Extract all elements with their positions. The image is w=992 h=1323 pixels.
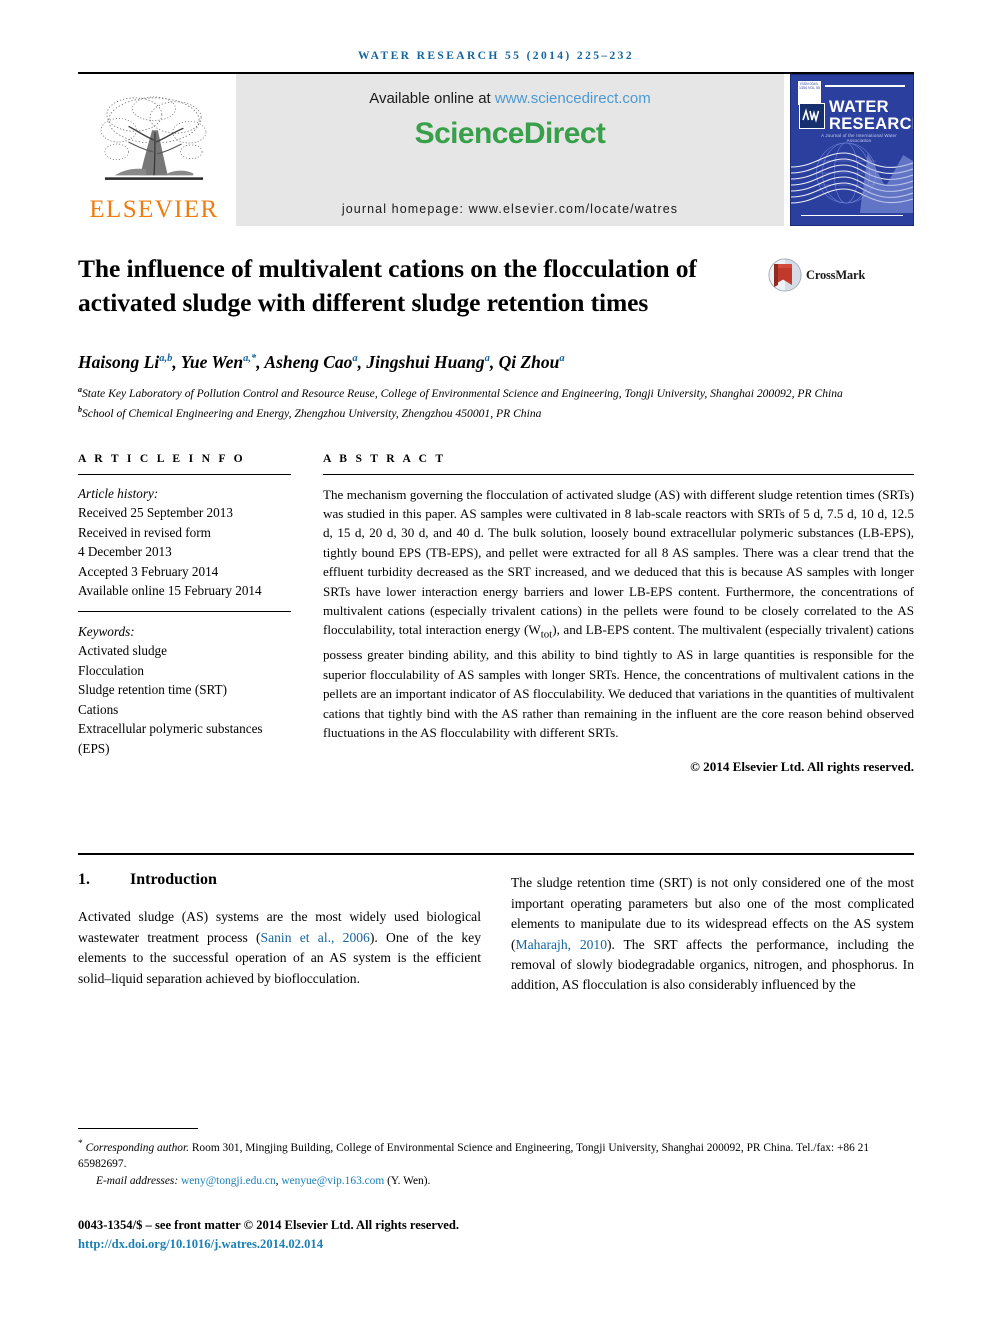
abstract-copyright: © 2014 Elsevier Ltd. All rights reserved…	[690, 759, 914, 775]
sciencedirect-banner: Available online at www.sciencedirect.co…	[236, 74, 784, 226]
corresponding-author-label: Corresponding author.	[85, 1141, 189, 1154]
available-online-line: Available online at www.sciencedirect.co…	[369, 90, 651, 107]
keyword-item: Extracellular polymeric substances (EPS)	[78, 721, 263, 756]
section-number: 1.	[78, 871, 90, 889]
author-name: Jingshui Huang	[366, 351, 485, 372]
keywords-label: Keywords:	[78, 623, 135, 639]
journal-cover-thumbnail: ISSN 0043-1354 VOL 55 WATER RESEARCH A J…	[790, 74, 914, 226]
section-heading-introduction: 1. Introduction	[78, 855, 481, 889]
author-affil-marker: a,b	[159, 353, 173, 364]
info-abstract-section: A R T I C L E I N F O Article history: R…	[78, 452, 914, 776]
keyword-item: Flocculation	[78, 662, 144, 678]
sciencedirect-logo[interactable]: ScienceDirect	[415, 117, 606, 151]
journal-article-page: WATER RESEARCH 55 (2014) 225–232 ELSEVIE…	[0, 0, 992, 1323]
issn-copyright-line: 0043-1354/$ – see front matter © 2014 El…	[78, 1218, 459, 1232]
title-row: The influence of multivalent cations on …	[78, 252, 914, 320]
keyword-item: Cations	[78, 701, 119, 717]
body-column-left: 1. Introduction Activated sludge (AS) sy…	[78, 855, 481, 995]
citation-link[interactable]: Maharajh, 2010	[516, 937, 607, 952]
affiliation-text: State Key Laboratory of Pollution Contro…	[82, 386, 843, 400]
keywords-block: Keywords: Activated sludge Flocculation …	[78, 612, 291, 759]
keyword-item: Sludge retention time (SRT)	[78, 682, 228, 698]
author-name: Yue Wen	[180, 351, 244, 372]
footnote-star: *	[78, 1139, 83, 1149]
affiliation-text: School of Chemical Engineering and Energ…	[82, 406, 542, 420]
email-label: E-mail addresses:	[96, 1174, 179, 1187]
author-sep: ,	[172, 351, 181, 372]
crossmark-badge[interactable]: CrossMark	[768, 258, 872, 292]
cover-title-line2: RESEARCH	[829, 115, 913, 133]
article-history-block: Article history: Received 25 September 2…	[78, 475, 291, 611]
body-columns: 1. Introduction Activated sludge (AS) sy…	[78, 855, 914, 995]
journal-homepage-line[interactable]: journal homepage: www.elsevier.com/locat…	[236, 202, 784, 216]
citation-link[interactable]: Sanin et al., 2006	[261, 930, 370, 945]
author-entry: Asheng Caoa,	[264, 352, 366, 372]
abstract-part-2: ), and LB-EPS content. The multivalent (…	[323, 622, 914, 741]
abstract-column: A B S T R A C T The mechanism governing …	[323, 452, 914, 776]
masthead: ELSEVIER Available online at www.science…	[78, 74, 914, 226]
abstract-subscript: tot	[540, 629, 553, 641]
affiliation-item: aState Key Laboratory of Pollution Contr…	[78, 382, 914, 402]
crossmark-label: CrossMark	[806, 267, 866, 282]
author-entry: Jingshui Huanga,	[366, 352, 498, 372]
iwa-logo-icon	[799, 103, 825, 129]
cover-bottom-rule	[801, 214, 903, 216]
running-head: WATER RESEARCH 55 (2014) 225–232	[358, 50, 634, 62]
article-history-label: Article history:	[78, 485, 159, 501]
abstract-text: The mechanism governing the flocculation…	[323, 475, 914, 743]
affiliations: aState Key Laboratory of Pollution Contr…	[78, 382, 914, 422]
cover-top-rule	[825, 85, 905, 87]
cover-title: WATER RESEARCH	[829, 98, 913, 133]
email-link-1[interactable]: weny@tongji.edu.cn	[181, 1175, 276, 1187]
cover-wave-artwork	[791, 142, 913, 213]
email-link-2[interactable]: wenyue@vip.163.com	[281, 1175, 384, 1187]
author-name: Haisong Li	[78, 351, 160, 372]
section-title: Introduction	[130, 871, 217, 889]
history-item: Accepted 3 February 2014	[78, 563, 219, 579]
author-affil-marker: a,*	[243, 353, 257, 364]
sciencedirect-url-link[interactable]: www.sciencedirect.com	[495, 90, 651, 107]
history-item: Received 25 September 2013	[78, 505, 233, 521]
article-info-column: A R T I C L E I N F O Article history: R…	[78, 452, 323, 776]
email-suffix: (Y. Wen).	[384, 1174, 431, 1187]
intro-paragraph-right: The sludge retention time (SRT) is not o…	[511, 873, 914, 995]
corresponding-author-text: Room 301, Mingjing Building, College of …	[78, 1141, 870, 1170]
footnote-rule	[78, 1128, 198, 1129]
doi-link[interactable]: http://dx.doi.org/10.1016/j.watres.2014.…	[78, 1236, 459, 1253]
author-list: Haisong Lia,b, Yue Wena,*, Asheng Caoa, …	[78, 348, 914, 373]
elsevier-tree-icon	[100, 96, 207, 180]
crossmark-icon	[768, 258, 802, 292]
footnote-area: * Corresponding author. Room 301, Mingji…	[78, 1128, 920, 1189]
available-online-prefix: Available online at	[369, 90, 495, 107]
author-sep: ,	[489, 351, 499, 372]
author-name: Qi Zhou	[498, 351, 560, 372]
affiliation-item: bSchool of Chemical Engineering and Ener…	[78, 402, 914, 422]
email-note: E-mail addresses: weny@tongji.edu.cn, we…	[78, 1173, 920, 1189]
elsevier-wordmark: ELSEVIER	[89, 196, 219, 223]
corresponding-author-note: * Corresponding author. Room 301, Mingji…	[78, 1136, 920, 1172]
intro-paragraph-left: Activated sludge (AS) systems are the mo…	[78, 907, 481, 989]
elsevier-logo: ELSEVIER	[78, 74, 230, 226]
history-item: 4 December 2013	[78, 544, 172, 560]
author-entry: Qi Zhoua	[499, 352, 565, 372]
abstract-part-1: The mechanism governing the flocculation…	[323, 486, 914, 638]
author-entry: Haisong Lia,b,	[78, 352, 181, 372]
history-item: Available online 15 February 2014	[78, 583, 262, 599]
history-item: Received in revised form	[78, 524, 211, 540]
author-name: Asheng Cao	[264, 351, 353, 372]
page-title: The influence of multivalent cations on …	[78, 254, 697, 317]
imprint-block: 0043-1354/$ – see front matter © 2014 El…	[78, 1217, 459, 1253]
cover-title-line1: WATER	[829, 98, 889, 116]
keyword-item: Activated sludge	[78, 643, 167, 659]
author-affil-marker: a	[559, 353, 565, 364]
cover-stamp: ISSN 0043-1354 VOL 55	[798, 81, 821, 105]
body-column-right: The sludge retention time (SRT) is not o…	[511, 855, 914, 995]
author-entry: Yue Wena,*,	[181, 352, 265, 372]
article-info-heading: A R T I C L E I N F O	[78, 451, 246, 465]
abstract-heading: A B S T R A C T	[323, 451, 446, 465]
